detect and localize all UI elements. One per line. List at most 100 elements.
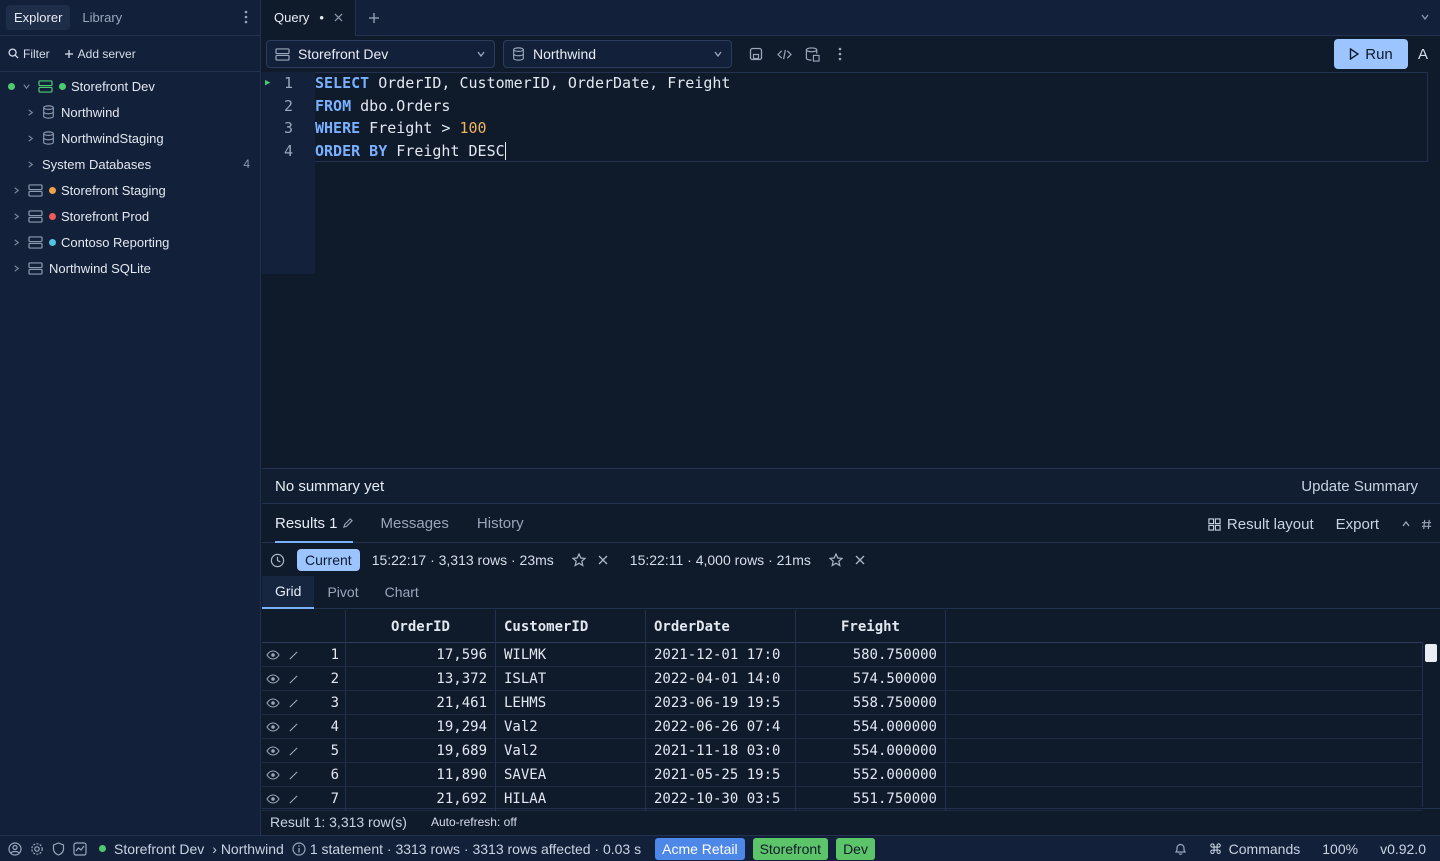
scroll-thumb[interactable] (1425, 644, 1437, 662)
status-database[interactable]: › Northwind (212, 841, 284, 857)
table-row[interactable]: 4 19,294 Val2 2022-06-26 07:4 554.000000 (262, 715, 1422, 739)
table-cell[interactable]: ISLAT (496, 667, 646, 691)
eye-icon[interactable] (266, 673, 280, 685)
chevron-right-icon[interactable] (10, 186, 22, 195)
edit-icon[interactable] (288, 722, 299, 733)
tree-item-storefront-dev[interactable]: Storefront Dev (0, 73, 260, 99)
table-row[interactable]: 3 21,461 LEHMS 2023-06-19 19:5 558.750000 (262, 691, 1422, 715)
table-cell[interactable]: 552.000000 (796, 763, 946, 787)
table-cell[interactable]: 11,890 (346, 763, 496, 787)
column-header[interactable]: CustomerID (496, 610, 646, 643)
add-tab-icon[interactable] (368, 12, 380, 24)
chevron-right-icon[interactable] (10, 212, 22, 221)
tree-item-northwind-sqlite[interactable]: Northwind SQLite (0, 255, 260, 281)
run-button[interactable]: Run (1334, 39, 1408, 69)
table-cell[interactable]: 574.500000 (796, 667, 946, 691)
tree-item-system-databases[interactable]: System Databases 4 (0, 151, 260, 177)
tab-library[interactable]: Library (74, 5, 130, 30)
account-icon[interactable] (8, 841, 22, 856)
database-table-icon[interactable] (802, 46, 822, 62)
chevron-down-icon[interactable] (20, 82, 32, 91)
table-cell[interactable]: 558.750000 (796, 691, 946, 715)
badge-project[interactable]: Storefront (752, 837, 829, 860)
table-row[interactable]: 1 17,596 WILMK 2021-12-01 17:0 580.750000 (262, 643, 1422, 667)
table-cell[interactable]: Val2 (496, 739, 646, 763)
sql-editor[interactable]: ▶ 1 2 3 4 SELECT OrderID, CustomerID, Ord… (262, 72, 1428, 456)
table-cell[interactable]: 2021-05-25 19:5 (646, 763, 796, 787)
tree-item-contoso-reporting[interactable]: Contoso Reporting (0, 229, 260, 255)
close-icon[interactable] (598, 555, 608, 565)
table-cell[interactable]: 13,372 (346, 667, 496, 691)
table-cell[interactable]: 2022-04-01 14:0 (646, 667, 796, 691)
tree-item-northwindstaging[interactable]: NorthwindStaging (0, 125, 260, 151)
eye-icon[interactable] (266, 649, 280, 661)
export-button[interactable]: Export (1336, 516, 1379, 533)
shield-icon[interactable] (52, 841, 65, 856)
star-icon[interactable] (571, 553, 586, 567)
tab-query[interactable]: Query • (262, 0, 356, 36)
history-run-item[interactable]: 15:22:17 · 3,313 rows · 23ms (372, 552, 554, 568)
chevron-down-icon[interactable] (1420, 12, 1430, 22)
zoom-level[interactable]: 100% (1322, 841, 1358, 857)
server-select[interactable]: Storefront Dev (266, 40, 495, 68)
table-cell[interactable]: 21,461 (346, 691, 496, 715)
table-cell[interactable]: 2023-06-19 19:5 (646, 691, 796, 715)
close-icon[interactable] (855, 555, 865, 565)
table-row[interactable]: 6 11,890 SAVEA 2021-05-25 19:5 552.000000 (262, 763, 1422, 787)
table-cell[interactable]: WILMK (496, 643, 646, 667)
tab-messages[interactable]: Messages (381, 505, 449, 543)
chevron-right-icon[interactable] (24, 134, 36, 143)
hash-icon[interactable] (1421, 519, 1432, 530)
badge-workspace[interactable]: Acme Retail (655, 837, 745, 860)
table-cell[interactable]: 554.000000 (796, 739, 946, 763)
auto-refresh-toggle[interactable]: Auto-refresh: off (431, 815, 517, 829)
filter-button[interactable]: Filter (8, 47, 50, 61)
bell-icon[interactable] (1174, 842, 1187, 856)
table-cell[interactable]: SAVEA (496, 763, 646, 787)
tree-item-storefront-staging[interactable]: Storefront Staging (0, 177, 260, 203)
code-area[interactable]: SELECT OrderID, CustomerID, OrderDate, F… (315, 72, 1428, 162)
table-row[interactable]: 5 19,689 Val2 2021-11-18 03:0 554.000000 (262, 739, 1422, 763)
history-run-item[interactable]: 15:22:11 · 4,000 rows · 21ms (630, 552, 811, 568)
toolbar-extra-button[interactable]: A (1418, 46, 1428, 63)
table-cell[interactable]: 2021-11-18 03:0 (646, 739, 796, 763)
edit-icon[interactable] (288, 698, 299, 709)
table-cell[interactable]: 19,689 (346, 739, 496, 763)
tree-item-northwind[interactable]: Northwind (0, 99, 260, 125)
table-cell[interactable]: Val2 (496, 715, 646, 739)
table-cell[interactable]: 2021-12-01 17:0 (646, 643, 796, 667)
chevron-right-icon[interactable] (24, 160, 36, 169)
column-header[interactable]: OrderID (346, 610, 496, 643)
eye-icon[interactable] (266, 769, 280, 781)
activity-icon[interactable] (73, 841, 87, 856)
edit-icon[interactable] (288, 650, 299, 661)
tab-pivot[interactable]: Pivot (314, 576, 371, 609)
code-icon[interactable] (774, 48, 794, 61)
tab-results[interactable]: Results 1 (275, 505, 353, 543)
close-icon[interactable] (334, 13, 343, 22)
table-cell[interactable]: 19,294 (346, 715, 496, 739)
table-row[interactable]: 2 13,372 ISLAT 2022-04-01 14:0 574.500000 (262, 667, 1422, 691)
table-cell[interactable]: 17,596 (346, 643, 496, 667)
gear-icon[interactable] (30, 842, 44, 856)
chevron-right-icon[interactable] (24, 108, 36, 117)
result-layout-button[interactable]: Result layout (1208, 516, 1314, 533)
chevron-right-icon[interactable] (10, 264, 22, 273)
edit-icon[interactable] (288, 746, 299, 757)
eye-icon[interactable] (266, 697, 280, 709)
run-line-icon[interactable]: ▶ (265, 78, 270, 88)
save-icon[interactable] (746, 47, 766, 61)
eye-icon[interactable] (266, 745, 280, 757)
star-icon[interactable] (828, 553, 843, 567)
edit-icon[interactable] (288, 794, 299, 805)
column-header[interactable]: OrderDate (646, 610, 796, 643)
add-server-button[interactable]: Add server (64, 47, 136, 61)
chevron-up-icon[interactable] (1401, 519, 1411, 529)
chevron-right-icon[interactable] (10, 238, 22, 247)
pencil-icon[interactable] (342, 518, 353, 529)
column-header[interactable]: Freight (796, 610, 946, 643)
edit-icon[interactable] (288, 770, 299, 781)
table-cell[interactable]: LEHMS (496, 691, 646, 715)
tab-chart[interactable]: Chart (372, 576, 432, 609)
eye-icon[interactable] (266, 793, 280, 805)
